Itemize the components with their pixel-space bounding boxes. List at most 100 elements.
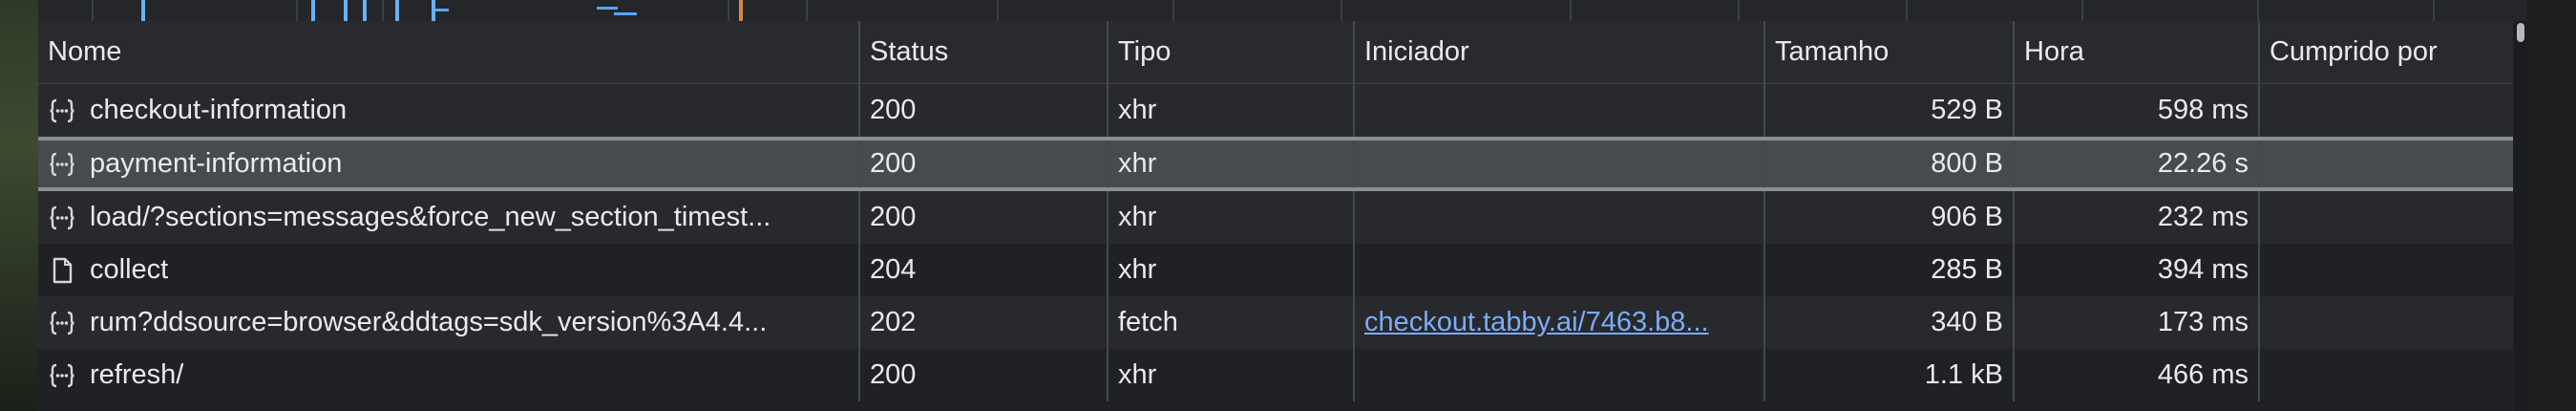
- overview-request-bar: [344, 0, 348, 21]
- cell-type: xhr: [1109, 84, 1355, 137]
- overview-gridline: [1172, 0, 1174, 21]
- column-header-status[interactable]: Status: [860, 21, 1109, 83]
- table-row[interactable]: collect 204 xhr 285 B 394 ms: [38, 244, 2513, 296]
- table-row[interactable]: rum?ddsource=browser&ddtags=sdk_version%…: [38, 296, 2513, 349]
- cell-size: 340 B: [1765, 296, 2015, 349]
- column-header-name[interactable]: Nome: [38, 21, 860, 83]
- overview-gridline: [806, 0, 808, 21]
- cell-size: 285 B: [1765, 244, 2015, 296]
- table-row[interactable]: refresh/200 xhr 1.1 kB 466 ms: [38, 349, 2513, 401]
- cell-size: 529 B: [1765, 84, 2015, 137]
- cell-name[interactable]: rum?ddsource=browser&ddtags=sdk_version%…: [38, 296, 860, 349]
- overview-gridline: [1906, 0, 1908, 21]
- overview-request-bar: [739, 0, 743, 21]
- network-panel: Nome Status Tipo Iniciador Tamanho Hora …: [0, 0, 2576, 411]
- xhr-braces-icon: [48, 309, 76, 337]
- overview-request-bar: [141, 0, 145, 21]
- cell-time: 22.26 s: [2015, 141, 2260, 187]
- cell-status: 200: [860, 84, 1109, 137]
- cell-time: 173 ms: [2015, 296, 2260, 349]
- overview-gridline: [728, 0, 729, 21]
- table-row[interactable]: payment-information 200 xhr 800 B 22.26 s: [38, 137, 2513, 191]
- cell-status: 200: [860, 141, 1109, 187]
- cell-initiator: [1355, 349, 1765, 401]
- table-body: checkout-information 200 xhr 529 B 598 ms pay…: [38, 84, 2513, 401]
- overview-request-bar: [395, 0, 399, 21]
- overview-gridline: [1341, 0, 1342, 21]
- network-overview-timeline[interactable]: [38, 0, 2526, 22]
- cell-served-by: [2260, 191, 2513, 244]
- overview-gridline: [2081, 0, 2083, 21]
- document-icon: [48, 256, 76, 285]
- cell-type: xhr: [1109, 191, 1355, 244]
- cell-name[interactable]: load/?sections=messages&force_new_sectio…: [38, 191, 860, 244]
- overview-gridline: [2257, 0, 2259, 21]
- cell-type: xhr: [1109, 141, 1355, 187]
- scrollbar-thumb[interactable]: [2517, 23, 2524, 42]
- request-name: checkout-information: [90, 95, 348, 125]
- cell-initiator: [1355, 244, 1765, 296]
- overview-gridline: [92, 0, 94, 21]
- overview-request-bar: [614, 12, 637, 15]
- cell-size: 1.1 kB: [1765, 349, 2015, 401]
- cell-time: 598 ms: [2015, 84, 2260, 137]
- xhr-braces-icon: [48, 361, 76, 390]
- xhr-braces-icon: [48, 97, 76, 125]
- overview-request-bar: [435, 9, 449, 11]
- overview-request-bar: [597, 7, 618, 10]
- cell-status: 202: [860, 296, 1109, 349]
- cell-time: 232 ms: [2015, 191, 2260, 244]
- cell-size: 906 B: [1765, 191, 2015, 244]
- cell-status: 200: [860, 191, 1109, 244]
- cell-status: 200: [860, 349, 1109, 401]
- cell-served-by: [2260, 349, 2513, 401]
- cell-name[interactable]: payment-information: [38, 141, 860, 187]
- overview-gridline: [296, 0, 298, 21]
- cell-name[interactable]: refresh/: [38, 349, 860, 401]
- cell-served-by: [2260, 296, 2513, 349]
- cell-initiator: [1355, 84, 1765, 137]
- cell-initiator: checkout.tabby.ai/7463.b8...: [1355, 296, 1765, 349]
- cell-type: xhr: [1109, 349, 1355, 401]
- cell-time: 466 ms: [2015, 349, 2260, 401]
- request-name: load/?sections=messages&force_new_sectio…: [90, 202, 771, 232]
- request-name: refresh/: [90, 359, 184, 390]
- table-row[interactable]: checkout-information 200 xhr 529 B 598 ms: [38, 84, 2513, 137]
- overview-gridline: [1570, 0, 1572, 21]
- table-header-row: Nome Status Tipo Iniciador Tamanho Hora …: [38, 21, 2513, 84]
- cell-name[interactable]: collect: [38, 244, 860, 296]
- cell-initiator: [1355, 191, 1765, 244]
- cell-initiator: [1355, 141, 1765, 187]
- cell-type: xhr: [1109, 244, 1355, 296]
- column-header-served-by[interactable]: Cumprido por: [2260, 21, 2513, 83]
- cell-served-by: [2260, 244, 2513, 296]
- overview-gridline: [382, 0, 384, 21]
- overview-gridline: [997, 0, 999, 21]
- overview-gridline: [2433, 0, 2435, 21]
- xhr-braces-icon: [48, 204, 76, 232]
- request-name: rum?ddsource=browser&ddtags=sdk_version%…: [90, 307, 768, 337]
- overview-gridline: [1738, 0, 1740, 21]
- cell-status: 204: [860, 244, 1109, 296]
- table-row[interactable]: load/?sections=messages&force_new_sectio…: [38, 191, 2513, 244]
- column-header-size[interactable]: Tamanho: [1765, 21, 2015, 83]
- cell-served-by: [2260, 141, 2513, 187]
- column-header-type[interactable]: Tipo: [1109, 21, 1355, 83]
- column-header-initiator[interactable]: Iniciador: [1355, 21, 1765, 83]
- vertical-scrollbar[interactable]: [2514, 21, 2526, 411]
- request-name: payment-information: [90, 148, 343, 179]
- cell-served-by: [2260, 84, 2513, 137]
- network-request-table: Nome Status Tipo Iniciador Tamanho Hora …: [38, 21, 2513, 401]
- initiator-link[interactable]: checkout.tabby.ai/7463.b8...: [1364, 307, 1709, 338]
- cell-time: 394 ms: [2015, 244, 2260, 296]
- window-edge: [2526, 0, 2576, 411]
- cell-name[interactable]: checkout-information: [38, 84, 860, 137]
- request-name: collect: [90, 254, 169, 285]
- column-header-time[interactable]: Hora: [2015, 21, 2260, 83]
- cell-type: fetch: [1109, 296, 1355, 349]
- overview-request-bar: [363, 0, 367, 21]
- cell-size: 800 B: [1765, 141, 2015, 187]
- overview-request-bar: [311, 0, 315, 21]
- xhr-braces-icon: [48, 150, 76, 179]
- desktop-background-edge: [0, 0, 38, 411]
